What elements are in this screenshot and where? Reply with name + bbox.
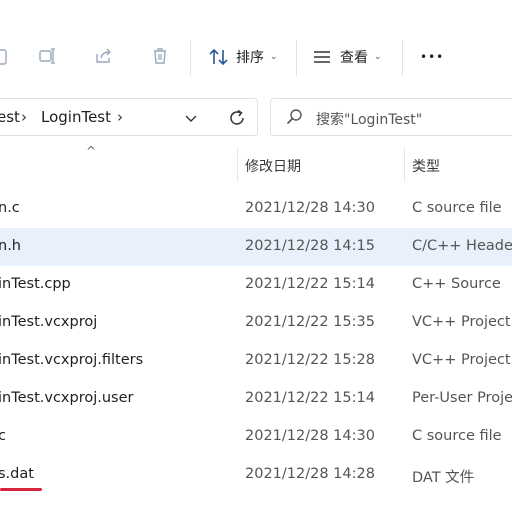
toolbar-divider <box>190 40 191 76</box>
file-type: C/C++ Header <box>412 238 512 254</box>
file-name: inTest.vcxproj <box>0 314 98 330</box>
address-history-chevron-icon[interactable] <box>185 115 197 123</box>
delete-icon[interactable] <box>150 46 170 66</box>
file-row[interactable]: inTest.vcxproj.user 2021/12/22 15:14 Per… <box>0 380 512 418</box>
red-underline-annotation <box>0 488 42 491</box>
view-button[interactable]: 查看 ⌄ <box>312 46 382 68</box>
file-name: n.h <box>0 238 21 254</box>
file-row[interactable]: c 2021/12/28 14:30 C source file <box>0 418 512 456</box>
chevron-down-icon: ⌄ <box>374 52 382 62</box>
paste-icon[interactable] <box>0 46 10 66</box>
file-date: 2021/12/28 14:30 <box>245 428 375 444</box>
file-name: n.c <box>0 200 20 216</box>
column-header-row: ^ 修改日期 类型 <box>0 144 512 184</box>
file-row[interactable]: inTest.vcxproj.filters 2021/12/22 15:28 … <box>0 342 512 380</box>
file-name: s.dat <box>0 466 34 482</box>
address-bar[interactable]: est › LoginTest › <box>0 98 258 136</box>
file-date: 2021/12/22 15:28 <box>245 352 375 368</box>
file-type: Per-User Projec <box>412 390 512 406</box>
file-date: 2021/12/22 15:35 <box>245 314 375 330</box>
more-icon: ••• <box>420 50 445 64</box>
sort-button[interactable]: 排序 ⌄ <box>208 46 278 68</box>
breadcrumb-chevron-icon[interactable]: › <box>117 108 123 126</box>
file-row[interactable]: n.c 2021/12/28 14:30 C source file <box>0 190 512 228</box>
file-date: 2021/12/28 14:15 <box>245 238 375 254</box>
search-placeholder: 搜索"LoginTest" <box>316 112 423 128</box>
sort-ascending-icon: ^ <box>86 144 97 158</box>
toolbar-divider <box>296 40 297 76</box>
file-name: inTest.vcxproj.user <box>0 390 134 406</box>
column-header-date[interactable]: 修改日期 <box>245 156 301 176</box>
column-divider[interactable] <box>237 148 238 182</box>
rename-icon[interactable] <box>38 46 58 66</box>
file-row-selected[interactable]: n.h 2021/12/28 14:15 C/C++ Header <box>0 228 512 266</box>
breadcrumb-item-logintest[interactable]: LoginTest <box>41 108 111 126</box>
file-date: 2021/12/22 15:14 <box>245 390 375 406</box>
search-input[interactable]: 搜索"LoginTest" <box>270 98 512 136</box>
file-name: inTest.cpp <box>0 276 71 292</box>
column-header-type[interactable]: 类型 <box>412 156 440 176</box>
file-name: inTest.vcxproj.filters <box>0 352 144 368</box>
share-icon[interactable] <box>94 46 114 66</box>
file-row[interactable]: s.dat 2021/12/28 14:28 DAT 文件 <box>0 456 512 494</box>
sort-label: 排序 <box>236 50 264 66</box>
sort-icon <box>209 48 228 66</box>
view-list-icon <box>314 51 330 63</box>
file-date: 2021/12/28 14:28 <box>245 466 375 482</box>
file-row[interactable]: inTest.vcxproj 2021/12/22 15:35 VC++ Pro… <box>0 304 512 342</box>
refresh-icon[interactable] <box>227 108 247 128</box>
file-type: C source file <box>412 200 502 216</box>
column-divider[interactable] <box>404 148 405 182</box>
breadcrumb-item[interactable]: est <box>0 108 20 126</box>
toolbar-divider <box>402 40 403 76</box>
file-date: 2021/12/28 14:30 <box>245 200 375 216</box>
file-type: DAT 文件 <box>412 470 475 486</box>
file-row[interactable]: inTest.cpp 2021/12/22 15:14 C++ Source <box>0 266 512 304</box>
file-date: 2021/12/22 15:14 <box>245 276 375 292</box>
command-bar: 排序 ⌄ 查看 ⌄ ••• <box>0 0 512 92</box>
file-type: VC++ Project <box>412 314 511 330</box>
file-type: VC++ Project F <box>412 352 512 368</box>
more-options-button[interactable]: ••• <box>420 46 444 68</box>
file-type: C source file <box>412 428 502 444</box>
view-label: 查看 <box>340 50 368 66</box>
file-name: c <box>0 428 6 444</box>
file-type: C++ Source <box>412 276 501 292</box>
chevron-down-icon: ⌄ <box>270 52 278 62</box>
search-icon <box>286 109 302 125</box>
breadcrumb-chevron-icon[interactable]: › <box>21 108 27 126</box>
